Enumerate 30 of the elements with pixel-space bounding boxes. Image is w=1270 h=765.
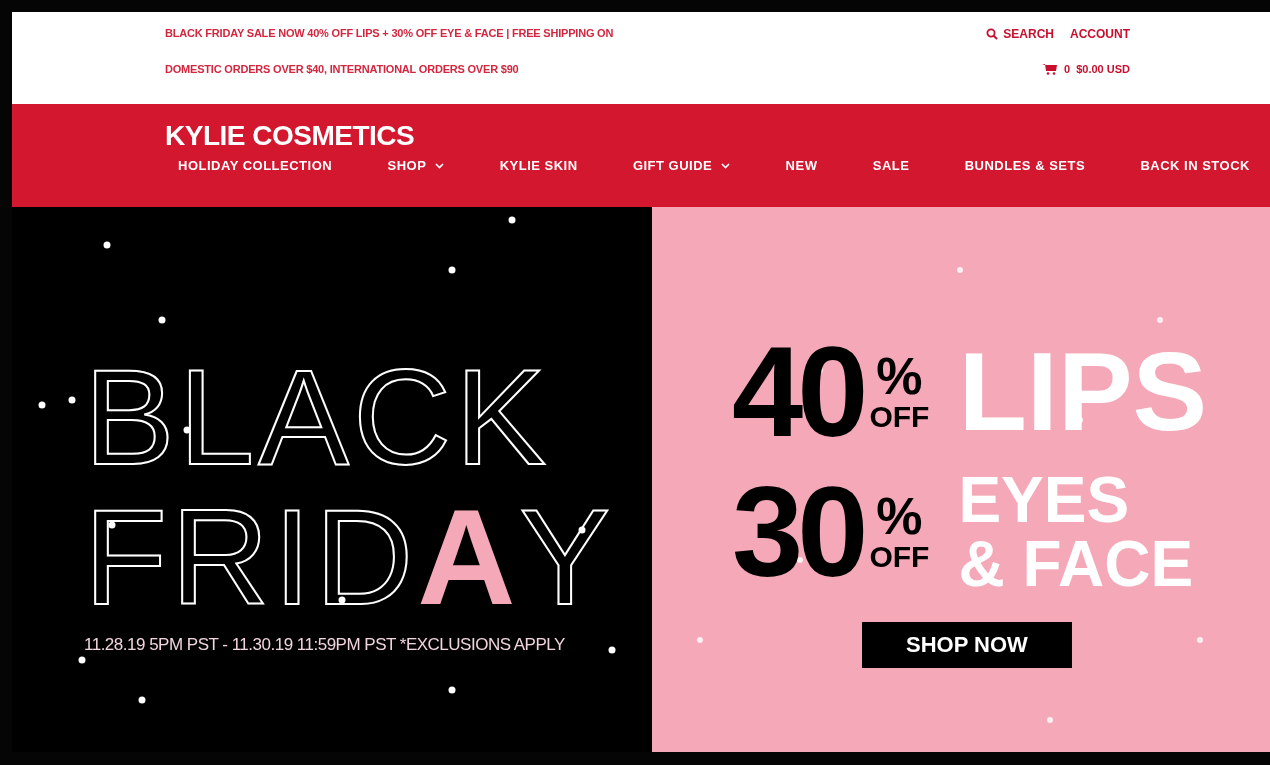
caret-icon xyxy=(721,162,731,169)
caret-icon xyxy=(435,162,445,169)
nav-link[interactable]: GIFT GUIDE xyxy=(632,158,731,173)
category-text: EYES xyxy=(958,467,1131,532)
promo-text: DOMESTIC ORDERS OVER $40, INTERNATIONAL ORDERS OVER $90 xyxy=(165,63,520,75)
headline-text: FRIDAY xyxy=(84,486,615,627)
cart-total: $0.00 USD xyxy=(1076,63,1130,75)
percent-sign: % xyxy=(876,490,923,541)
nav-link[interactable]: SALE xyxy=(872,158,910,173)
shop-now-button[interactable]: SHOP NOW xyxy=(862,621,1072,668)
nav-link[interactable]: NEW xyxy=(785,158,818,173)
percent-sign: % xyxy=(876,350,923,401)
headline-text: BLACK xyxy=(84,346,550,487)
cart-count: 0 xyxy=(1064,63,1071,75)
category-text: LIPS xyxy=(958,335,1208,448)
nav-link[interactable]: KYLIE SKIN xyxy=(499,158,578,173)
nav-link[interactable]: HOLIDAY COLLECTION xyxy=(178,158,333,173)
nav-link[interactable]: BUNDLES & SETS xyxy=(964,158,1086,173)
category-text: & FACE xyxy=(958,531,1194,596)
brand-logo[interactable]: KYLIE COSMETICS xyxy=(165,120,415,152)
promo-text: BLACK FRIDAY SALE NOW 40% OFF LIPS + 30% OFF EYE & FACE | FREE SHIPPING ON xyxy=(165,27,614,39)
search-link[interactable]: SEARCH xyxy=(986,27,1054,41)
nav-link[interactable]: SHOP xyxy=(387,158,445,173)
dates-text: 11.28.19 5PM PST - 11.30.19 11:59PM PST *EXCLUSIONS APPLY xyxy=(84,634,565,655)
cart-icon[interactable] xyxy=(1042,63,1059,75)
nav-link[interactable]: BACK IN STOCK xyxy=(1140,158,1250,173)
off-label: OFF xyxy=(869,400,930,433)
search-icon xyxy=(986,28,999,40)
account-link[interactable]: ACCOUNT xyxy=(1070,27,1130,41)
off-label: OFF xyxy=(869,540,930,573)
